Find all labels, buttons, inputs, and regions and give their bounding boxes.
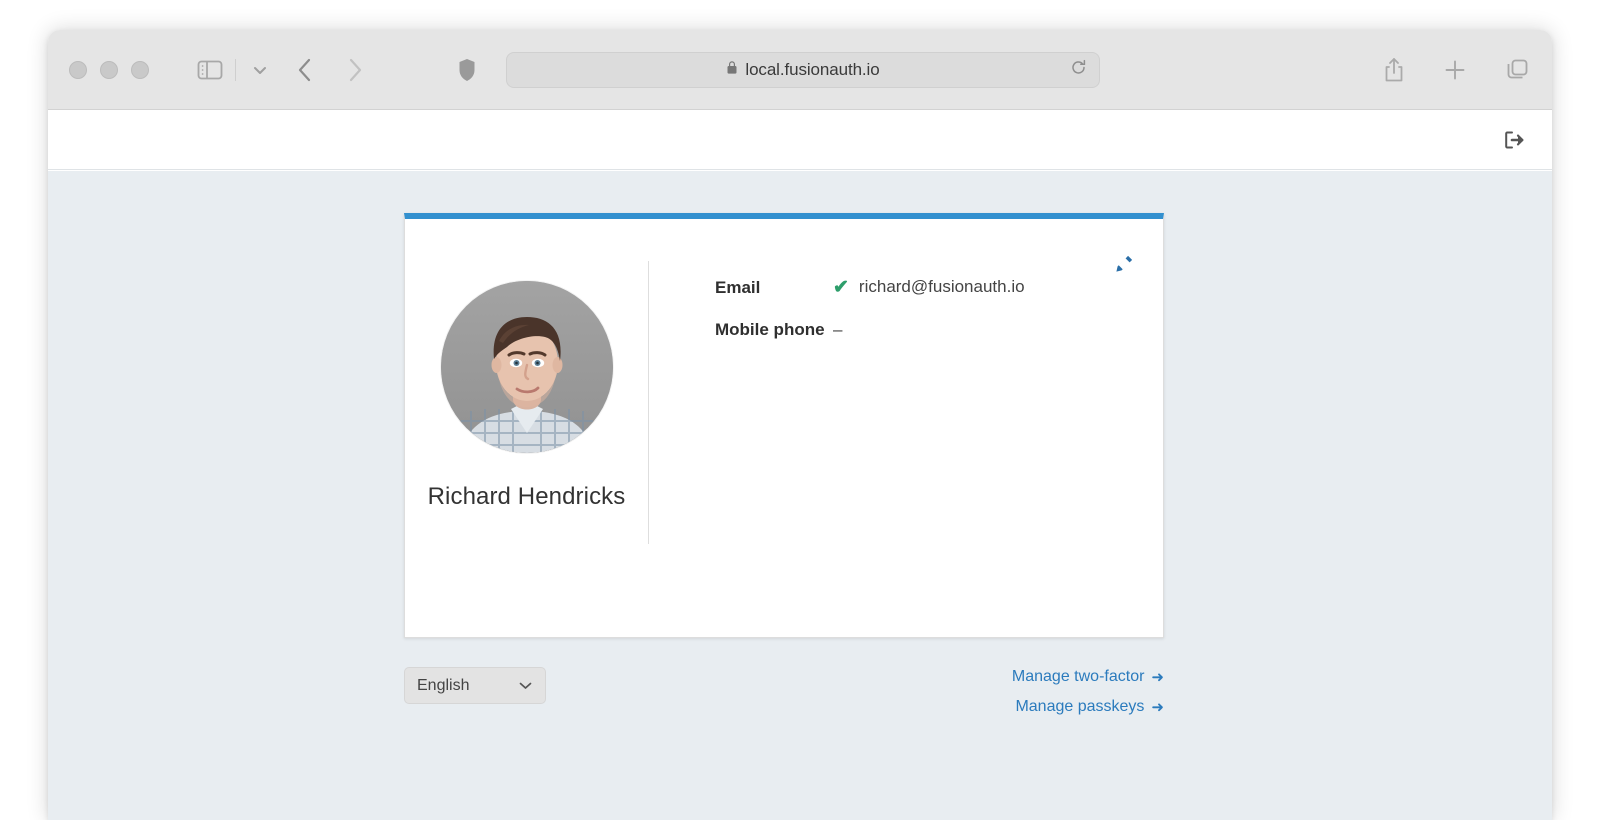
avatar bbox=[440, 281, 613, 453]
detail-label: Email bbox=[715, 277, 761, 297]
browser-toolbar: local.fusionauth.io bbox=[48, 30, 1552, 110]
manage-passkeys-label: Manage passkeys bbox=[1015, 698, 1145, 715]
detail-label: Mobile phone bbox=[715, 319, 825, 339]
address-bar[interactable]: local.fusionauth.io bbox=[506, 51, 1100, 88]
toolbar-right-group bbox=[1383, 57, 1530, 83]
chevron-down-icon bbox=[518, 680, 533, 691]
email-value: richard@fusionauth.io bbox=[858, 277, 1025, 296]
back-arrow-icon[interactable] bbox=[296, 56, 314, 84]
traffic-lights bbox=[69, 60, 149, 79]
app-header bbox=[48, 110, 1552, 170]
reload-icon[interactable] bbox=[1070, 59, 1087, 81]
logout-icon[interactable] bbox=[1503, 129, 1525, 151]
detail-row-mobile-phone: Mobile phone – bbox=[715, 320, 1163, 340]
page-content: Richard Hendricks Email ✔ richard@fusion… bbox=[48, 171, 1552, 820]
arrow-right-icon: ➜ bbox=[1151, 668, 1164, 686]
manage-two-factor-link[interactable]: Manage two-factor ➜ bbox=[1012, 668, 1164, 686]
avatar-photo-illustration bbox=[440, 281, 613, 453]
minimize-window-button[interactable] bbox=[100, 60, 118, 79]
user-name: Richard Hendricks bbox=[427, 483, 626, 510]
details-column: Email ✔ richard@fusionauth.io Mobile pho… bbox=[649, 259, 1163, 544]
toolbar-divider bbox=[235, 58, 236, 81]
verified-check-icon: ✔ bbox=[833, 276, 849, 298]
page-viewport: Richard Hendricks Email ✔ richard@fusion… bbox=[48, 110, 1552, 820]
shield-icon[interactable] bbox=[458, 58, 476, 82]
manage-passkeys-link[interactable]: Manage passkeys ➜ bbox=[1015, 698, 1164, 716]
footer-controls: English Manage two-factor ➜ Manage passk… bbox=[404, 667, 1164, 716]
plus-icon[interactable] bbox=[1443, 58, 1467, 82]
share-icon[interactable] bbox=[1383, 57, 1405, 83]
arrow-right-icon: ➜ bbox=[1151, 698, 1164, 716]
avatar-column: Richard Hendricks bbox=[405, 259, 648, 544]
mobile-phone-value: – bbox=[833, 319, 843, 339]
detail-row-email: Email ✔ richard@fusionauth.io bbox=[715, 277, 1163, 298]
close-window-button[interactable] bbox=[69, 60, 87, 79]
profile-card: Richard Hendricks Email ✔ richard@fusion… bbox=[404, 213, 1164, 638]
browser-window: local.fusionauth.io Richard Hendricks Em… bbox=[48, 30, 1552, 820]
detail-value: – bbox=[833, 320, 842, 340]
sidebar-toggle-icon[interactable] bbox=[197, 59, 223, 81]
address-bar-content: local.fusionauth.io bbox=[507, 60, 1099, 80]
locale-select[interactable]: English bbox=[404, 667, 546, 704]
lock-icon bbox=[726, 60, 738, 80]
manage-two-factor-label: Manage two-factor bbox=[1011, 668, 1145, 685]
tab-overview-icon[interactable] bbox=[1505, 57, 1530, 82]
forward-arrow-icon[interactable] bbox=[346, 56, 364, 84]
locale-select-label: English bbox=[417, 676, 470, 694]
chevron-down-icon[interactable] bbox=[252, 64, 268, 76]
detail-value: ✔ richard@fusionauth.io bbox=[833, 277, 1025, 297]
maximize-window-button[interactable] bbox=[131, 60, 149, 79]
profile-card-body: Richard Hendricks Email ✔ richard@fusion… bbox=[405, 259, 1163, 544]
url-text: local.fusionauth.io bbox=[745, 59, 880, 79]
footer-links: Manage two-factor ➜ Manage passkeys ➜ bbox=[1012, 667, 1164, 716]
